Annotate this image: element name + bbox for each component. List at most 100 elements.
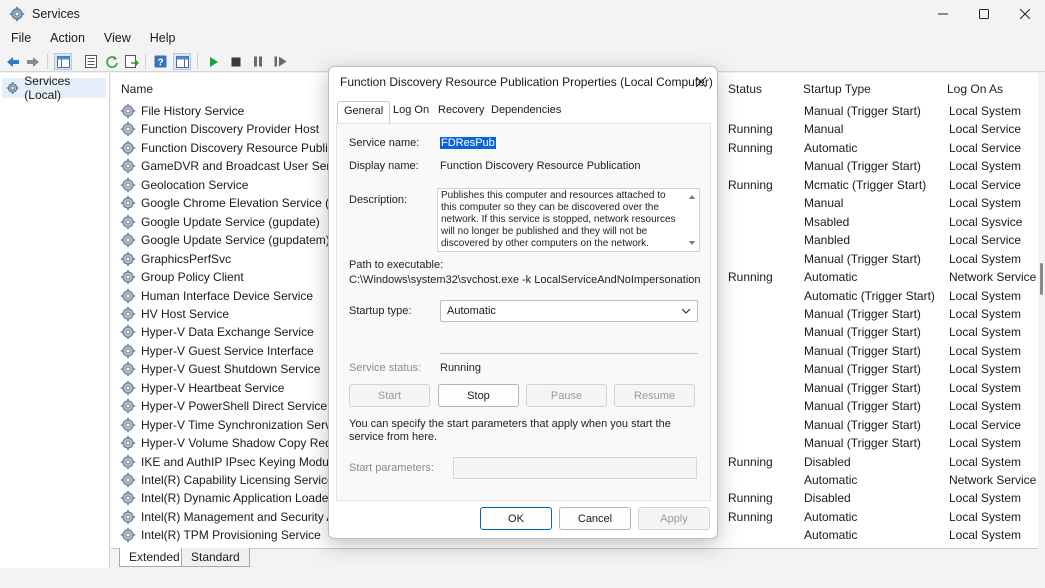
pause-button[interactable]: Pause xyxy=(526,384,607,407)
service-name-cell: Hyper-V Guest Service Interface xyxy=(141,343,314,358)
service-log-on-as-cell: Local Service xyxy=(949,177,1022,192)
service-name-cell: Human Interface Device Service xyxy=(141,288,314,303)
minimize-button[interactable] xyxy=(922,0,964,28)
divider xyxy=(440,353,698,354)
service-name-cell: Function Discovery Provider Host xyxy=(141,122,320,137)
apply-button[interactable]: Apply xyxy=(638,507,710,530)
service-log-on-as-cell: Local System xyxy=(949,362,1022,377)
service-name-cell: GraphicsPerfSvc xyxy=(141,251,232,266)
tree-item-services-local[interactable]: Services (Local) xyxy=(2,74,106,102)
column-header-startup-type[interactable]: Startup Type xyxy=(803,82,871,96)
service-gear-icon xyxy=(120,140,136,156)
service-log-on-as-cell: Local System xyxy=(949,380,1022,395)
service-gear-icon xyxy=(120,158,136,174)
tab-standard[interactable]: Standard xyxy=(181,548,250,567)
close-window-button[interactable] xyxy=(1004,0,1045,28)
service-name-cell: File History Service xyxy=(141,104,245,118)
service-log-on-as-cell: Local Service xyxy=(949,122,1022,137)
service-name-cell: Google Update Service (gupdate) xyxy=(141,214,320,229)
service-name-value[interactable]: FDResPub xyxy=(440,137,496,149)
service-log-on-as-cell: Local System xyxy=(949,399,1022,414)
menu-action[interactable]: Action xyxy=(50,29,85,49)
back-button[interactable] xyxy=(4,53,22,70)
export-list-button[interactable] xyxy=(123,53,141,70)
scroll-arrows-icon xyxy=(689,195,695,245)
service-log-on-as-cell: Local Service xyxy=(949,233,1022,248)
service-name-cell: Intel(R) TPM Provisioning Service xyxy=(141,528,321,543)
service-status-cell: Running xyxy=(728,454,773,469)
tab-recovery[interactable]: Recovery xyxy=(432,101,490,123)
service-status-cell: Running xyxy=(728,270,773,285)
ok-button[interactable]: OK xyxy=(480,507,552,530)
service-gear-icon xyxy=(120,251,136,267)
service-startup-type-cell: Automatic xyxy=(804,270,858,285)
minimize-icon xyxy=(938,13,948,15)
service-startup-type-cell: Automatic xyxy=(804,140,858,155)
display-name-label: Display name: xyxy=(349,160,419,172)
service-log-on-as-cell: Local System xyxy=(949,196,1022,211)
pause-service-button[interactable] xyxy=(249,53,267,70)
service-startup-type-cell: Manual (Trigger Start) xyxy=(804,436,921,451)
restart-service-button[interactable] xyxy=(271,53,289,70)
service-startup-type-cell: Disabled xyxy=(804,454,851,469)
service-gear-icon xyxy=(120,509,136,525)
service-startup-type-cell: Disabled xyxy=(804,491,851,506)
dialog-close-button[interactable] xyxy=(691,72,711,92)
column-header-name[interactable]: Name xyxy=(121,82,153,96)
service-startup-type-cell: Manual (Trigger Start) xyxy=(804,399,921,414)
service-gear-icon xyxy=(120,121,136,137)
start-button[interactable]: Start xyxy=(349,384,430,407)
tab-dependencies[interactable]: Dependencies xyxy=(485,101,567,123)
help-button[interactable]: ? xyxy=(151,53,169,70)
startup-type-select[interactable]: Automatic xyxy=(440,300,698,322)
service-log-on-as-cell: Local System xyxy=(949,251,1022,266)
tab-extended[interactable]: Extended xyxy=(119,548,190,567)
resume-button[interactable]: Resume xyxy=(614,384,695,407)
service-startup-type-cell: Manual xyxy=(804,196,844,211)
start-parameters-input[interactable] xyxy=(453,457,697,479)
service-name-cell: Hyper-V Volume Shadow Copy Requeste xyxy=(141,436,329,451)
service-name-cell: Hyper-V Guest Shutdown Service xyxy=(141,362,321,377)
service-startup-type-cell: Manbled xyxy=(804,233,851,248)
service-log-on-as-cell: Local System xyxy=(949,509,1022,524)
column-header-log-on-as[interactable]: Log On As xyxy=(947,82,1003,96)
description-box[interactable]: Publishes this computer and resources at… xyxy=(437,188,700,252)
service-gear-icon xyxy=(120,361,136,377)
stop-button[interactable]: Stop xyxy=(438,384,519,407)
title-bar: Services xyxy=(0,0,1045,28)
service-status-cell: Running xyxy=(728,491,773,506)
forward-button[interactable] xyxy=(24,53,42,70)
service-gear-icon xyxy=(120,177,136,193)
service-gear-icon xyxy=(120,195,136,211)
stop-service-button[interactable] xyxy=(227,53,245,70)
service-name-cell: Hyper-V PowerShell Direct Service xyxy=(141,399,328,414)
refresh-button[interactable] xyxy=(103,53,121,70)
service-log-on-as-cell: Local System xyxy=(949,306,1022,321)
service-gear-icon xyxy=(120,288,136,304)
vertical-scrollbar[interactable] xyxy=(1038,73,1045,548)
chevron-down-icon xyxy=(681,305,691,319)
menu-help[interactable]: Help xyxy=(150,29,176,49)
tab-log-on[interactable]: Log On xyxy=(387,101,435,123)
column-header-status[interactable]: Status xyxy=(728,82,762,96)
service-name-cell: Hyper-V Heartbeat Service xyxy=(141,380,285,395)
tab-general[interactable]: General xyxy=(337,101,391,123)
menu-file[interactable]: File xyxy=(11,29,31,49)
show-action-pane-button[interactable] xyxy=(173,53,191,70)
properties-button[interactable] xyxy=(82,53,100,70)
description-scrollbar[interactable] xyxy=(685,189,699,251)
service-startup-type-cell: Manual (Trigger Start) xyxy=(804,325,921,340)
console-tree-icon xyxy=(56,55,70,68)
service-name-cell: Hyper-V Data Exchange Service xyxy=(141,325,314,340)
general-tab-panel: Service name: FDResPub Display name: Fun… xyxy=(336,123,711,501)
show-console-tree-button[interactable] xyxy=(54,53,72,70)
service-gear-icon xyxy=(120,490,136,506)
services-gear-icon xyxy=(6,82,19,94)
menu-view[interactable]: View xyxy=(104,29,131,49)
cancel-button[interactable]: Cancel xyxy=(559,507,631,530)
console-tree: Services (Local) xyxy=(0,73,110,588)
scrollbar-thumb[interactable] xyxy=(1040,263,1043,295)
startup-type-value: Automatic xyxy=(447,305,496,317)
maximize-button[interactable] xyxy=(963,0,1005,28)
start-service-button[interactable] xyxy=(205,53,223,70)
